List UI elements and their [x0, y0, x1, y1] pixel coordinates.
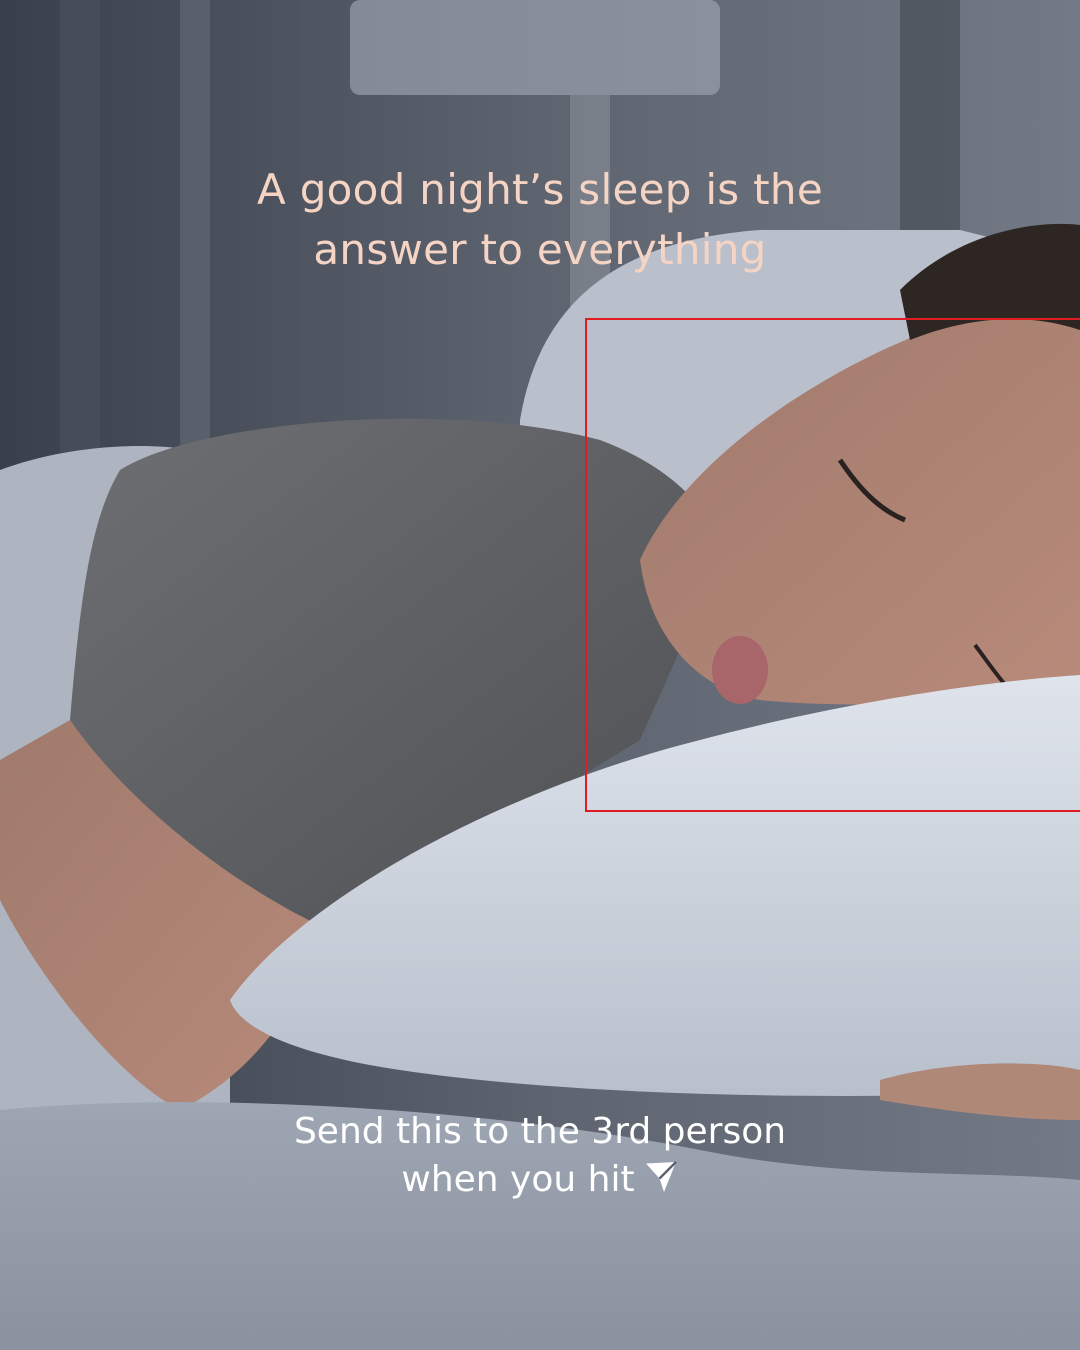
cta-line-2-text: when you hit [401, 1159, 635, 1200]
cta-line-1: Send this to the 3rd person [293, 1111, 787, 1152]
headline: A good night’s sleep is the answer to ev… [0, 160, 1080, 280]
highlight-box [585, 318, 1080, 812]
paper-plane-send-icon [645, 1161, 677, 1192]
headline-line-2: answer to everything [313, 225, 767, 274]
headline-line-1: A good night’s sleep is the [257, 165, 823, 214]
cta-line-2: when you hit [0, 1156, 1080, 1204]
share-call-to-action: Send this to the 3rd person when you hit [0, 1108, 1080, 1204]
post-canvas: A good night’s sleep is the answer to ev… [0, 0, 1080, 1350]
